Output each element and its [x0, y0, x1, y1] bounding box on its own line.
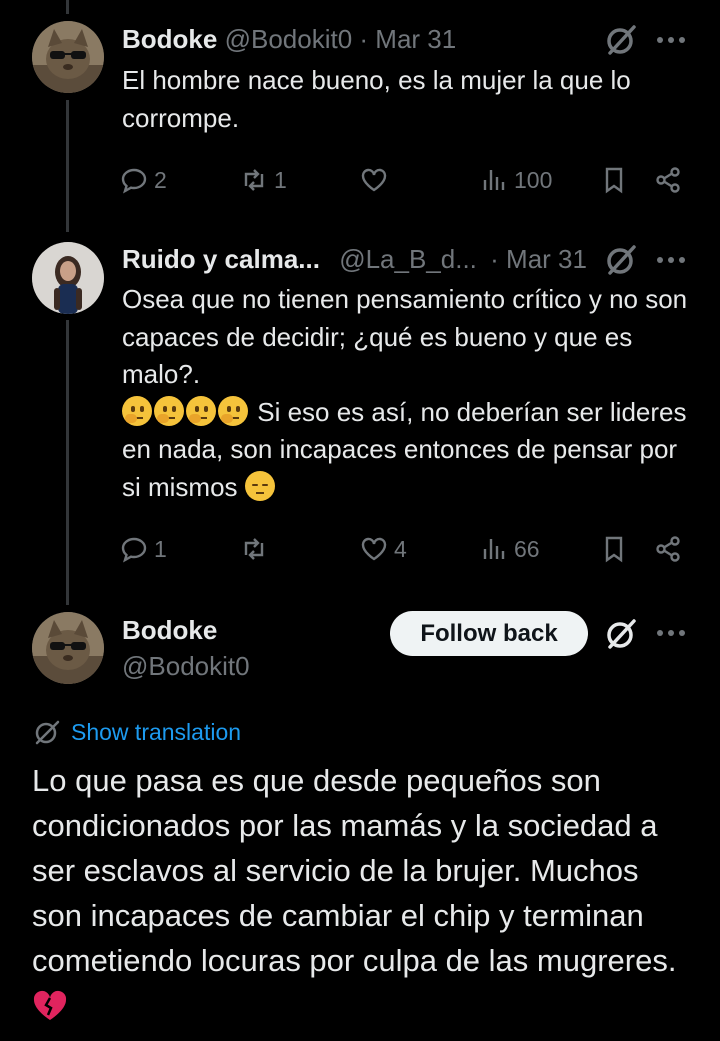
- thinking-face-icon: [154, 395, 184, 426]
- main-author-handle[interactable]: @Bodokit0: [122, 650, 250, 682]
- reply-count: 2: [154, 166, 167, 193]
- tweet-actions: 2 1 100: [120, 160, 700, 200]
- repost-icon: [244, 169, 264, 191]
- bookmark-icon: [605, 536, 623, 563]
- views-icon: [483, 539, 505, 559]
- tweet-text-part1: Osea que no tienen pensamiento crítico y…: [122, 284, 688, 389]
- reply-count: 1: [154, 535, 167, 562]
- grok-icon[interactable]: [604, 617, 638, 651]
- thinking-face-icon: [186, 395, 216, 426]
- repost-button[interactable]: [240, 529, 274, 569]
- view-count: 66: [514, 535, 540, 562]
- tweet-header: Ruido y calma... @La_B_d... · Mar 31: [122, 243, 587, 275]
- reply-icon: [121, 537, 147, 563]
- thread-line-2: [66, 320, 69, 605]
- bookmark-button[interactable]: [600, 529, 628, 569]
- share-button[interactable]: [654, 529, 682, 569]
- tweet-header: Bodoke @Bodokit0 · Mar 31: [122, 23, 456, 55]
- view-count: 100: [514, 166, 553, 193]
- author-handle[interactable]: @Bodokit0: [225, 24, 353, 54]
- avatar[interactable]: [32, 612, 104, 684]
- views-icon: [483, 170, 505, 190]
- separator-dot: ·: [359, 24, 369, 54]
- show-translation-link[interactable]: Show translation: [33, 718, 241, 746]
- tweet-actions: 1 4 66: [120, 529, 700, 569]
- repost-button[interactable]: 1: [240, 160, 287, 200]
- like-icon: [361, 168, 387, 192]
- avatar[interactable]: [32, 242, 104, 314]
- tweet-text: Osea que no tienen pensamiento crítico y…: [122, 281, 697, 506]
- more-icon[interactable]: [656, 255, 686, 265]
- thread-line-top: [66, 0, 69, 14]
- repost-icon: [244, 538, 264, 560]
- grok-icon[interactable]: [604, 243, 638, 277]
- tweet-date[interactable]: Mar 31: [375, 24, 456, 54]
- globe-icon: [35, 720, 60, 745]
- reply-button[interactable]: 1: [120, 529, 167, 569]
- separator-dot: ·: [490, 244, 499, 274]
- views-button[interactable]: 100: [480, 160, 552, 200]
- repost-count: 1: [274, 166, 287, 193]
- reply-icon: [121, 168, 147, 194]
- cat-avatar-image: [32, 612, 104, 684]
- like-count: 4: [394, 535, 407, 562]
- follow-back-button[interactable]: Follow back: [390, 611, 588, 656]
- author-name[interactable]: Bodoke: [122, 24, 217, 54]
- cat-avatar-image: [32, 21, 104, 93]
- thinking-face-icon: [218, 395, 248, 426]
- main-tweet-text: Lo que pasa es que desde pequeños son co…: [32, 758, 697, 1028]
- tweet-text: El hombre nace bueno, es la mujer la que…: [122, 65, 631, 133]
- tweet-date[interactable]: Mar 31: [506, 244, 587, 274]
- broken-heart-icon: [33, 990, 67, 1020]
- reply-button[interactable]: 2: [120, 160, 167, 200]
- bookmark-icon: [605, 167, 623, 194]
- like-icon: [361, 537, 387, 561]
- share-button[interactable]: [654, 160, 682, 200]
- thinking-face-icon: [122, 395, 152, 426]
- share-icon: [656, 536, 680, 562]
- woman-avatar-image: [32, 242, 104, 314]
- show-translation-label[interactable]: Show translation: [71, 719, 241, 746]
- pensive-face-icon: [244, 470, 275, 501]
- views-button[interactable]: 66: [480, 529, 540, 569]
- main-author-name[interactable]: Bodoke: [122, 614, 217, 646]
- bookmark-button[interactable]: [600, 160, 628, 200]
- share-icon: [656, 167, 680, 193]
- more-icon[interactable]: [656, 35, 686, 45]
- thread-line-1: [66, 100, 69, 232]
- author-name[interactable]: Ruido y calma...: [122, 244, 320, 274]
- like-button[interactable]: 4: [360, 529, 407, 569]
- avatar[interactable]: [32, 21, 104, 93]
- main-tweet-body: Lo que pasa es que desde pequeños son co…: [32, 763, 677, 978]
- like-button[interactable]: [360, 160, 394, 200]
- author-handle[interactable]: @La_B_d...: [339, 244, 477, 274]
- more-icon[interactable]: [656, 628, 686, 638]
- grok-icon[interactable]: [604, 23, 638, 57]
